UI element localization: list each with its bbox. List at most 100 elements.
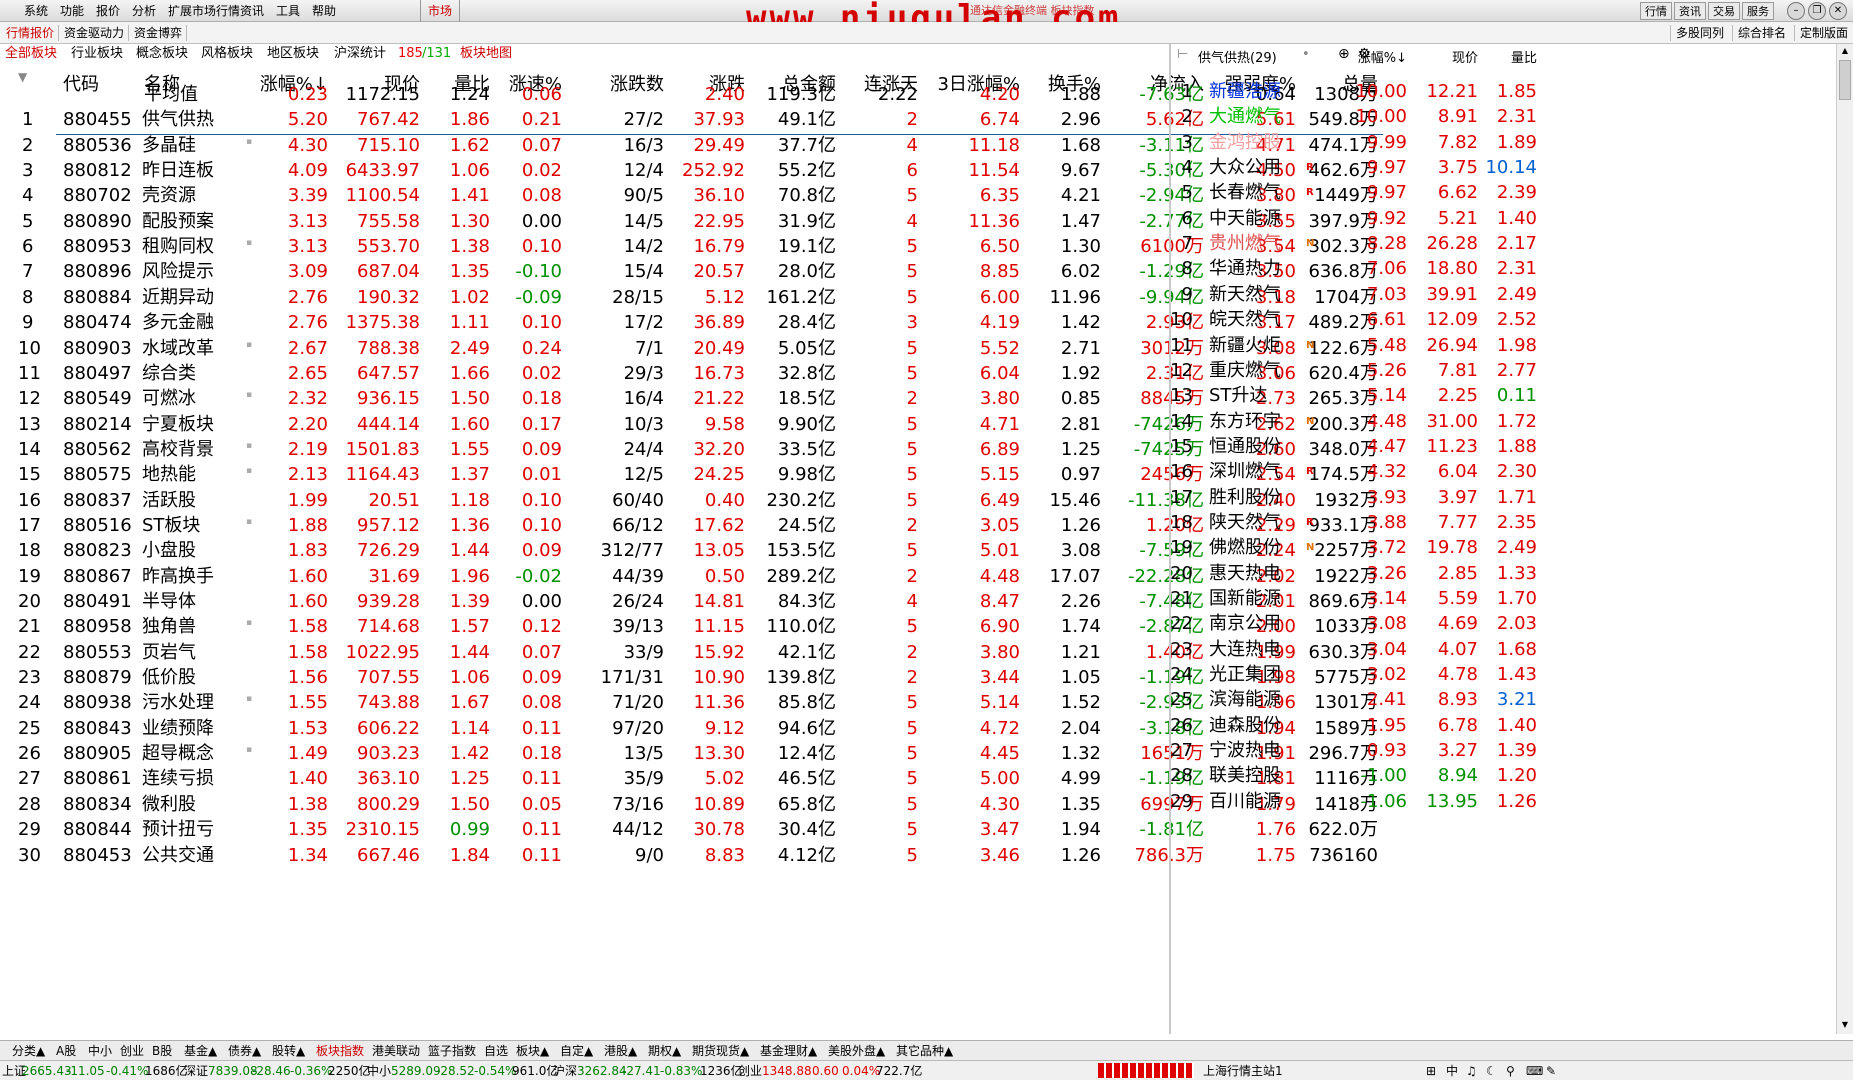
bottom-tab[interactable]: A股 <box>56 1043 76 1059</box>
board-name[interactable]: 风险提示 <box>142 261 214 283</box>
tab-hushen-stats[interactable]: 沪深统计 <box>334 46 386 62</box>
constituent-name[interactable]: 新疆浩源 <box>1209 81 1281 103</box>
board-name[interactable]: 活跃股 <box>142 490 196 512</box>
board-name[interactable]: ST板块 <box>142 515 200 537</box>
menu-extended-market[interactable]: 扩展市场行情 <box>168 3 240 19</box>
constituent-name[interactable]: 惠天热电 <box>1209 563 1281 585</box>
board-name[interactable]: 业绩预降 <box>142 718 214 740</box>
bottom-tab[interactable]: 自定▲ <box>560 1043 593 1059</box>
board-name[interactable]: 综合类 <box>142 363 196 385</box>
board-map-link[interactable]: 板块地图 <box>460 46 512 62</box>
board-name[interactable]: 连续亏损 <box>142 768 214 790</box>
constituent-name[interactable]: 陕天然气 <box>1209 512 1281 534</box>
board-name[interactable]: 供气供热 <box>142 109 214 131</box>
board-name[interactable]: 半导体 <box>142 591 196 613</box>
board-name[interactable]: 多元金融 <box>142 312 214 334</box>
constituent-name[interactable]: 长春燃气 <box>1209 182 1281 204</box>
constituent-name[interactable]: 金鸿控股 <box>1209 132 1281 154</box>
bottom-tab[interactable]: 自选 <box>484 1043 508 1059</box>
board-name[interactable]: 超导概念 <box>142 743 214 765</box>
minimize-icon[interactable]: – <box>1787 2 1805 20</box>
bottom-tab[interactable]: 板块指数 <box>316 1043 364 1059</box>
board-name[interactable]: 页岩气 <box>142 642 196 664</box>
constituent-name[interactable]: 重庆燃气 <box>1209 360 1281 382</box>
board-name[interactable]: 租购同权 <box>142 236 214 258</box>
sound-icon[interactable]: ♫ <box>1466 1064 1477 1079</box>
bottom-tab[interactable]: 债券▲ <box>228 1043 261 1059</box>
menu-quote[interactable]: 报价 <box>96 3 120 19</box>
bottom-tab[interactable]: 股转▲ <box>272 1043 305 1059</box>
constituent-name[interactable]: 中天能源 <box>1209 208 1281 230</box>
menu-analysis[interactable]: 分析 <box>132 3 156 19</box>
custom-layout-button[interactable]: 定制版面 <box>1794 25 1853 41</box>
board-name[interactable]: 微利股 <box>142 794 196 816</box>
close-icon[interactable]: ✕ <box>1829 2 1847 20</box>
scroll-thumb[interactable] <box>1839 60 1851 100</box>
col-r-price[interactable]: 现价 <box>1452 47 1478 66</box>
trade-mode-button[interactable]: 交易 <box>1708 2 1740 20</box>
board-name[interactable]: 公共交通 <box>142 845 214 867</box>
bell-icon[interactable]: ⚲ <box>1506 1064 1515 1079</box>
constituent-name[interactable]: ST升达 <box>1209 385 1267 407</box>
bottom-tab[interactable]: 美股外盘▲ <box>828 1043 885 1059</box>
constituent-name[interactable]: 百川能源 <box>1209 791 1281 813</box>
constituent-name[interactable]: 宁波热电 <box>1209 740 1281 762</box>
board-name[interactable]: 小盘股 <box>142 540 196 562</box>
bottom-tab[interactable]: 基金理财▲ <box>760 1043 817 1059</box>
station-name[interactable]: 上海行情主站1 <box>1203 1064 1283 1079</box>
tab-fund-game[interactable]: 资金博弈 <box>130 25 188 41</box>
col-r-volume-ratio[interactable]: 量比 <box>1511 47 1537 66</box>
board-name[interactable]: 多晶硅 <box>142 135 196 157</box>
vertical-scrollbar[interactable]: ▲ ▼ <box>1836 44 1853 1034</box>
board-name[interactable]: 近期异动 <box>142 287 214 309</box>
bottom-tab[interactable]: 分类▲ <box>12 1043 45 1059</box>
constituent-name[interactable]: 光正集团 <box>1209 664 1281 686</box>
composite-rank-button[interactable]: 综合排名 <box>1732 25 1791 41</box>
constituent-name[interactable]: 深圳燃气 <box>1209 461 1281 483</box>
constituent-name[interactable]: 迪森股份 <box>1209 715 1281 737</box>
constituent-name[interactable]: 贵州燃气 <box>1209 233 1281 255</box>
board-name[interactable]: 独角兽 <box>142 616 196 638</box>
constituent-name[interactable]: 华通热力 <box>1209 258 1281 280</box>
constituent-name[interactable]: 联美控股 <box>1209 765 1281 787</box>
bottom-tab[interactable]: B股 <box>152 1043 172 1059</box>
board-name[interactable]: 低价股 <box>142 667 196 689</box>
menu-help[interactable]: 帮助 <box>312 3 336 19</box>
bottom-tab[interactable]: 板块▲ <box>516 1043 549 1059</box>
constituent-name[interactable]: 皖天然气 <box>1209 309 1281 331</box>
board-name[interactable]: 可燃冰 <box>142 388 196 410</box>
scroll-up-icon[interactable]: ▲ <box>1838 44 1852 58</box>
constituent-name[interactable]: 大连热电 <box>1209 639 1281 661</box>
bottom-tab[interactable]: 期货现货▲ <box>692 1043 749 1059</box>
constituent-name[interactable]: 新疆火炬 <box>1209 335 1281 357</box>
constituent-name[interactable]: 佛燃股份 <box>1209 537 1281 559</box>
board-name[interactable]: 昨日连板 <box>142 160 214 182</box>
constituent-name[interactable]: 恒通股份 <box>1209 436 1281 458</box>
constituent-name[interactable]: 东方环宇 <box>1209 411 1281 433</box>
tab-concept-boards[interactable]: 概念板块 <box>136 46 188 62</box>
constituent-name[interactable]: 滨海能源 <box>1209 689 1281 711</box>
bottom-tab[interactable]: 篮子指数 <box>428 1043 476 1059</box>
restore-icon[interactable]: ❐ <box>1808 2 1826 20</box>
board-name[interactable]: 污水处理 <box>142 692 214 714</box>
tab-all-boards[interactable]: 全部板块 <box>5 46 57 62</box>
constituent-name[interactable]: 大众公用 <box>1209 157 1281 179</box>
constituent-name[interactable]: 国新能源 <box>1209 588 1281 610</box>
constituent-name[interactable]: 大通燃气 <box>1209 106 1281 128</box>
bottom-tab[interactable]: 期权▲ <box>648 1043 681 1059</box>
menu-news[interactable]: 资讯 <box>240 3 264 19</box>
service-mode-button[interactable]: 服务 <box>1742 2 1774 20</box>
status-mid-label[interactable]: 中 <box>1446 1064 1458 1079</box>
multi-stock-button[interactable]: 多股同列 <box>1670 25 1729 41</box>
tab-quote-list[interactable]: 行情报价 <box>2 25 60 41</box>
board-name[interactable]: 水域改革 <box>142 338 214 360</box>
bottom-tab[interactable]: 中小 <box>88 1043 112 1059</box>
constituent-name[interactable]: 新天然气 <box>1209 284 1281 306</box>
board-name[interactable]: 壳资源 <box>142 185 196 207</box>
board-name[interactable]: 宁夏板块 <box>142 414 214 436</box>
menu-market[interactable]: 市场 <box>420 0 460 22</box>
tab-style-boards[interactable]: 风格板块 <box>201 46 253 62</box>
scroll-down-icon[interactable]: ▼ <box>1838 1018 1852 1032</box>
tab-industry-boards[interactable]: 行业板块 <box>71 46 123 62</box>
quote-mode-button[interactable]: 行情 <box>1640 2 1672 20</box>
